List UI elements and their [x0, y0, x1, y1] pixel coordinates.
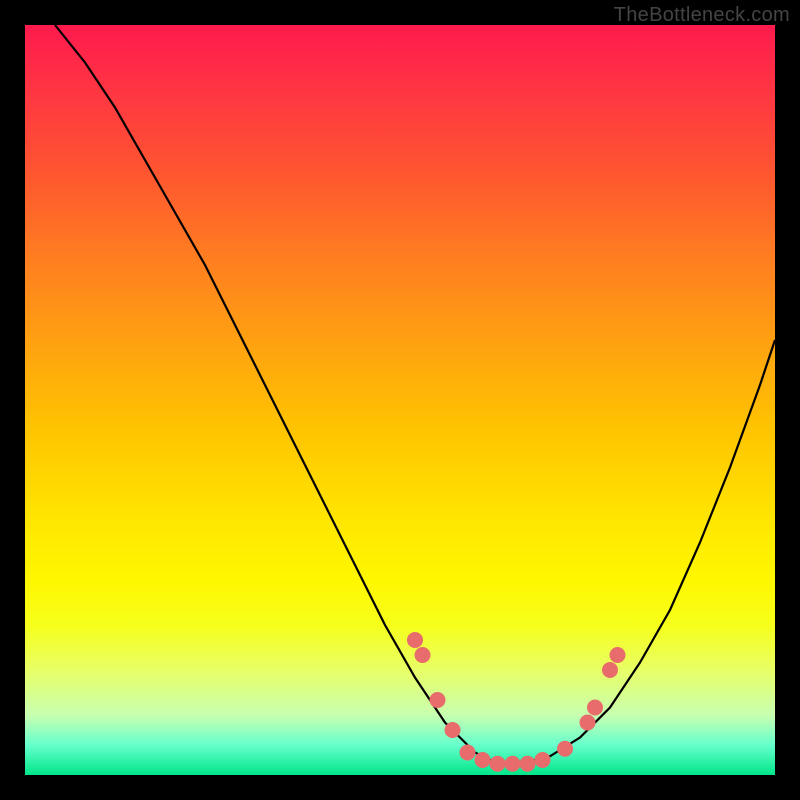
- marker-dot: [460, 745, 476, 761]
- marker-dot: [587, 700, 603, 716]
- marker-dot: [557, 741, 573, 757]
- chart-frame: TheBottleneck.com: [0, 0, 800, 800]
- attribution-label: TheBottleneck.com: [614, 4, 790, 27]
- marker-dot: [415, 647, 431, 663]
- marker-dot: [475, 752, 491, 768]
- marker-dot: [407, 632, 423, 648]
- marker-dot: [602, 662, 618, 678]
- marker-dot: [580, 715, 596, 731]
- marker-dot: [430, 692, 446, 708]
- marker-dot: [610, 647, 626, 663]
- marker-dot: [505, 756, 521, 772]
- marker-dot: [520, 756, 536, 772]
- data-markers: [407, 632, 626, 772]
- plot-area: [25, 25, 775, 775]
- marker-dot: [535, 752, 551, 768]
- marker-dot: [490, 756, 506, 772]
- chart-svg: [25, 25, 775, 775]
- marker-dot: [445, 722, 461, 738]
